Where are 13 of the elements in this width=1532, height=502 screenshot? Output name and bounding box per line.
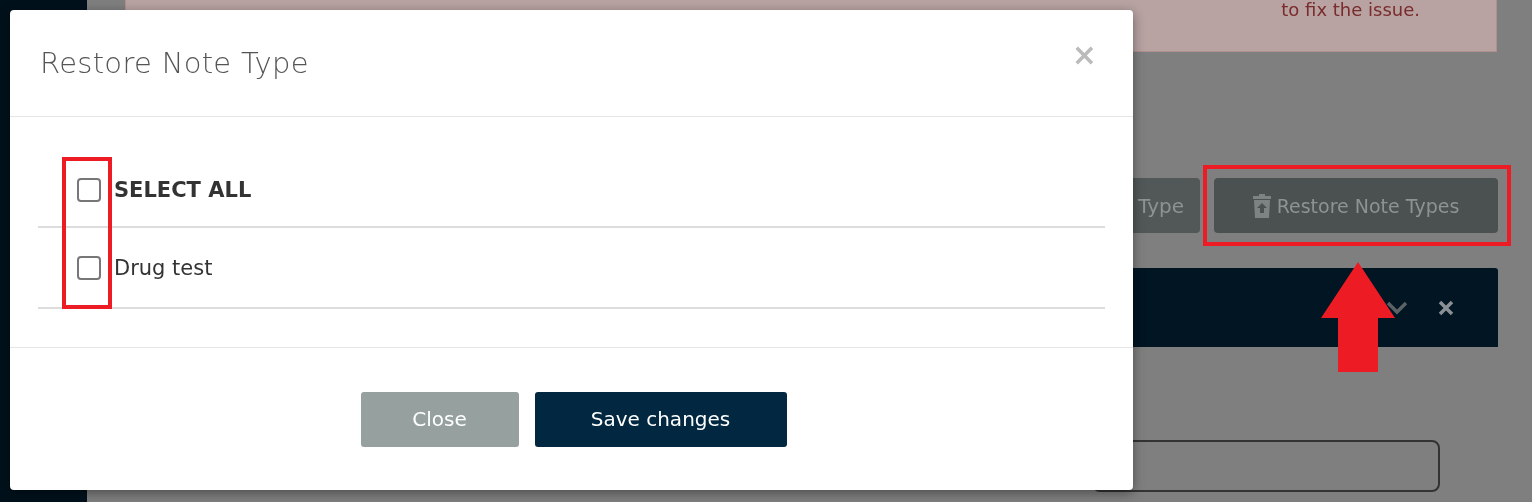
modal-title: Restore Note Type — [40, 46, 309, 80]
checkbox-label: SELECT ALL — [114, 177, 252, 202]
restore-button[interactable]: Restore Note Types — [1214, 178, 1498, 233]
close-icon[interactable] — [1438, 299, 1454, 316]
close-button[interactable]: Close — [360, 391, 519, 447]
trash-icon — [1252, 193, 1271, 218]
checkbox[interactable] — [77, 255, 101, 280]
close-button[interactable]: × — [1065, 40, 1103, 70]
save-button[interactable]: Save changes — [534, 391, 787, 447]
checkbox[interactable] — [77, 177, 101, 202]
chevron-down-icon[interactable] — [1386, 300, 1408, 315]
alert-text: to fix the issue. — [1281, 0, 1420, 20]
checkbox-label: Drug test — [114, 255, 213, 280]
